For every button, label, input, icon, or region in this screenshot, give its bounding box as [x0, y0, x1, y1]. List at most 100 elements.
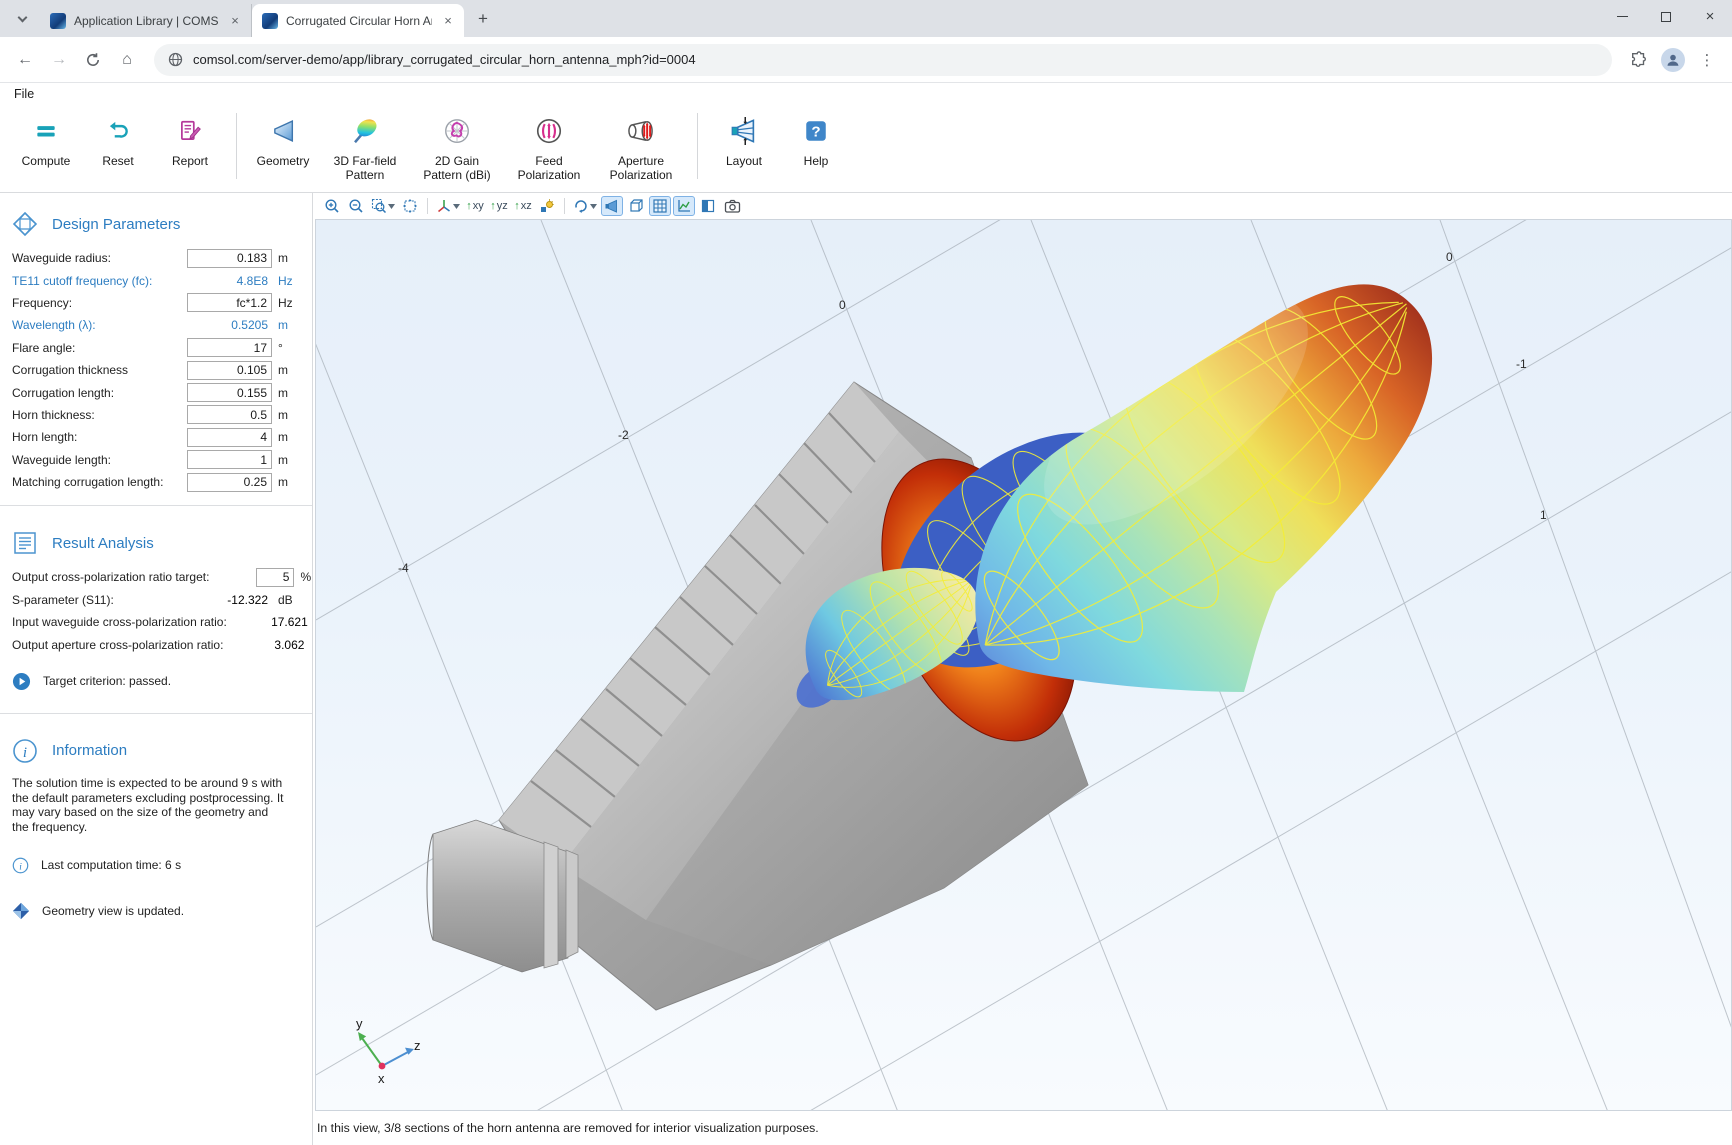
svg-text:i: i — [23, 745, 27, 761]
reset-button[interactable]: Reset — [82, 109, 154, 168]
new-tab-button[interactable]: + — [470, 6, 496, 32]
param-row: Corrugation length: m — [0, 381, 312, 403]
status-text: Last computation time: 6 s — [41, 858, 181, 872]
param-unit: Hz — [278, 296, 302, 310]
frequency-input[interactable] — [187, 293, 272, 312]
toolbar-separator — [564, 198, 565, 214]
flare-angle-input[interactable] — [187, 338, 272, 357]
zoom-box-button[interactable] — [369, 196, 397, 216]
graphics-toolbar: ↑xy ↑yz ↑xz — [313, 193, 1732, 219]
far-field-pattern-button[interactable]: 3D Far-field Pattern — [319, 109, 411, 183]
up-arrow-icon: ↑ — [466, 200, 472, 212]
layout-button[interactable]: Layout — [708, 109, 780, 168]
geometry-diamond-icon — [12, 211, 38, 237]
default-view-button[interactable] — [434, 196, 462, 216]
tab-corrugated-horn[interactable]: Corrugated Circular Horn Anten × — [252, 4, 464, 37]
view-xz-button[interactable]: ↑xz — [512, 196, 534, 216]
scene-light-button[interactable] — [536, 196, 558, 216]
tab-title: Corrugated Circular Horn Anten — [286, 14, 432, 28]
svg-text:?: ? — [811, 123, 820, 140]
snapshot-button[interactable] — [721, 196, 743, 216]
axis-tick: -1 — [1516, 357, 1527, 371]
forward-button[interactable]: → — [44, 45, 74, 75]
zoom-box-icon — [371, 198, 387, 214]
help-button[interactable]: ? Help — [780, 109, 852, 168]
reload-button[interactable] — [78, 45, 108, 75]
rotate-button[interactable] — [571, 196, 599, 216]
param-label: Waveguide radius: — [12, 251, 187, 265]
dropdown-caret-icon — [590, 204, 597, 209]
aperture-polarization-button[interactable]: Aperture Polarization — [595, 109, 687, 183]
file-menu[interactable]: File — [14, 87, 34, 101]
dropdown-caret-icon — [453, 204, 460, 209]
param-row: Horn thickness: m — [0, 404, 312, 426]
waveguide-length-input[interactable] — [187, 450, 272, 469]
compute-button[interactable]: Compute — [10, 109, 82, 168]
browser-menu-button[interactable]: ⋮ — [1692, 45, 1722, 75]
param-unit: m — [278, 386, 302, 400]
param-unit: Hz — [278, 274, 302, 288]
address-bar[interactable]: comsol.com/server-demo/app/library_corru… — [154, 44, 1612, 76]
corrugation-thickness-input[interactable] — [187, 361, 272, 380]
contrast-toggle[interactable] — [697, 196, 719, 216]
rotate-icon — [573, 198, 589, 214]
settings-panel: Design Parameters Waveguide radius: m TE… — [0, 193, 313, 1145]
param-row: Flare angle: ° — [0, 337, 312, 359]
cross-polarization-target-input[interactable] — [256, 568, 294, 587]
zoom-extents-button[interactable] — [399, 196, 421, 216]
home-button[interactable]: ⌂ — [112, 45, 142, 75]
view-xy-button[interactable]: ↑xy — [464, 196, 486, 216]
view-yz-button[interactable]: ↑yz — [488, 196, 510, 216]
grid-toggle[interactable] — [649, 196, 671, 216]
design-parameters-header: Design Parameters — [0, 199, 312, 247]
ribbon-separator — [236, 113, 237, 179]
minimize-button[interactable] — [1600, 0, 1644, 33]
param-row: TE11 cutoff frequency (fc): 4.8E8 Hz — [0, 269, 312, 291]
plot-settings-toggle[interactable] — [673, 196, 695, 216]
triad-arrows-icon — [340, 1016, 430, 1096]
projection-toggle[interactable] — [625, 196, 647, 216]
minimize-icon — [1617, 16, 1628, 17]
feed-polarization-button[interactable]: Feed Polarization — [503, 109, 595, 183]
param-row: Frequency: Hz — [0, 292, 312, 314]
back-button[interactable]: ← — [10, 45, 40, 75]
information-header: i Information — [0, 726, 312, 774]
result-row: Output cross-polarization ratio target: … — [0, 566, 312, 588]
chevron-down-icon — [17, 13, 27, 23]
app-menu-bar: File — [0, 83, 1732, 105]
param-unit: m — [278, 430, 302, 444]
status-text: Target criterion: passed. — [43, 674, 171, 688]
tab-application-library[interactable]: Application Library | COMSOL S × — [40, 4, 252, 37]
geometry-horn-icon — [269, 115, 297, 147]
extensions-button[interactable] — [1624, 45, 1654, 75]
corrugation-length-input[interactable] — [187, 383, 272, 402]
3d-view-canvas[interactable]: 0 -2 -4 0 -1 1 y z x — [315, 219, 1732, 1111]
section-title: Result Analysis — [52, 535, 154, 552]
param-label: Corrugation thickness — [12, 363, 187, 377]
horn-thickness-input[interactable] — [187, 405, 272, 424]
matching-corrugation-length-input[interactable] — [187, 473, 272, 492]
tab-close-icon[interactable]: × — [227, 13, 243, 29]
maximize-button[interactable] — [1644, 0, 1688, 33]
tab-search-button[interactable] — [8, 5, 36, 33]
horn-length-input[interactable] — [187, 428, 272, 447]
report-button[interactable]: Report — [154, 109, 226, 168]
input-cross-polarization-value: 17.621 — [227, 615, 312, 629]
report-icon — [177, 115, 203, 147]
profile-button[interactable] — [1658, 45, 1688, 75]
up-arrow-icon: ↑ — [490, 200, 496, 212]
zoom-in-button[interactable] — [321, 196, 343, 216]
param-unit: m — [278, 363, 302, 377]
transparency-toggle[interactable] — [601, 196, 623, 216]
close-button[interactable]: × — [1688, 0, 1732, 33]
result-row: S-parameter (S11): -12.322 dB — [0, 589, 312, 611]
zoom-out-button[interactable] — [345, 196, 367, 216]
gain-pattern-button[interactable]: 2D Gain Pattern (dBi) — [411, 109, 503, 183]
tab-close-icon[interactable]: × — [440, 13, 456, 29]
waveguide-radius-input[interactable] — [187, 249, 272, 268]
section-title: Design Parameters — [52, 216, 180, 233]
scene-light-icon — [539, 198, 555, 214]
param-label: Frequency: — [12, 296, 187, 310]
geometry-button[interactable]: Geometry — [247, 109, 319, 168]
section-title: Information — [52, 742, 127, 759]
